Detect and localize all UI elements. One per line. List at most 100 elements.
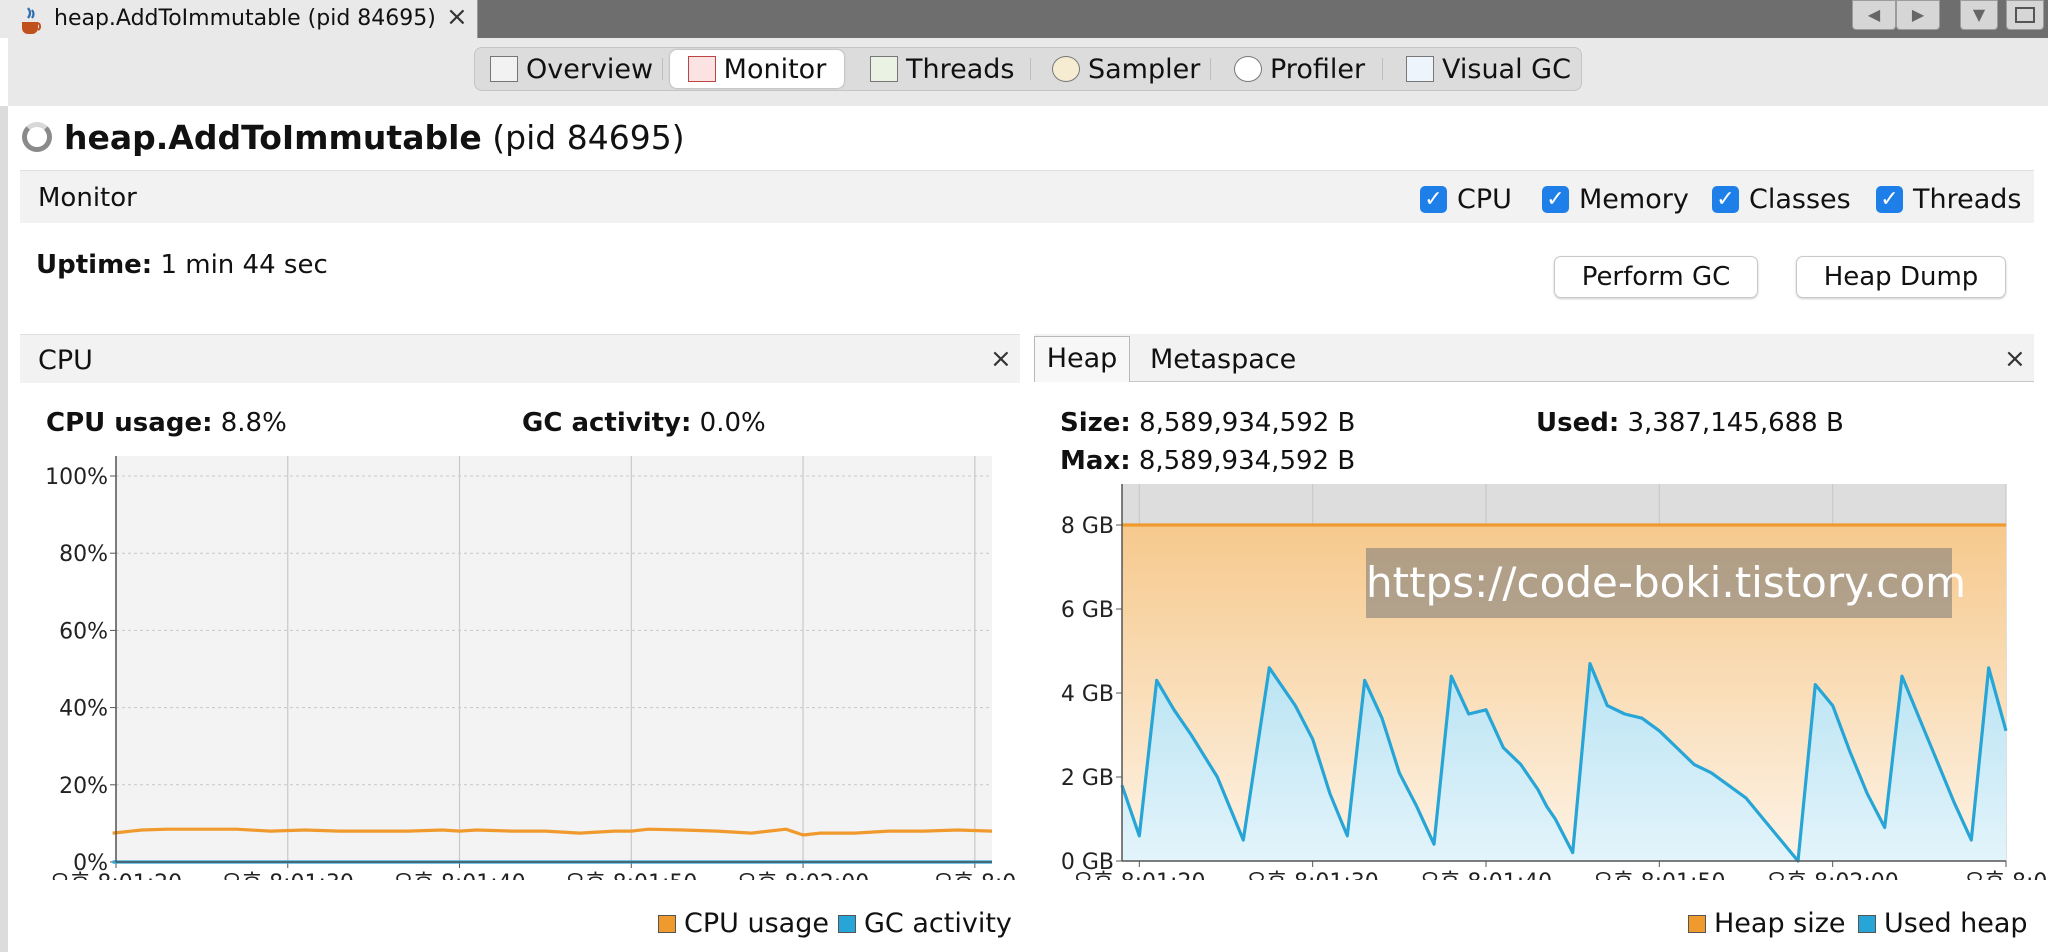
cpu-panel-header: CPU xyxy=(20,334,1020,383)
document-tab[interactable]: heap.AddToImmutable (pid 84695) × xyxy=(0,0,478,38)
tab-separator xyxy=(1382,58,1383,80)
java-coffee-icon xyxy=(22,7,42,34)
classes-checkbox[interactable]: ✓ Classes xyxy=(1712,184,1851,215)
tab-separator xyxy=(662,58,663,80)
profiler-icon xyxy=(1234,56,1262,82)
x-tick-label: 오후 8:0 xyxy=(933,871,1016,880)
gc-activity-legend-label: GC activity xyxy=(864,908,1012,939)
tab-overview-label: Overview xyxy=(526,53,654,85)
tab-menu-button[interactable]: ▼ xyxy=(1960,0,1998,30)
tab-overview[interactable]: Overview xyxy=(490,50,653,88)
threads-icon xyxy=(870,56,898,82)
document-tab-title: heap.AddToImmutable (pid 84695) xyxy=(54,6,436,31)
threads-checkbox[interactable]: ✓ Threads xyxy=(1876,183,2022,215)
y-tick-label: 8 GB xyxy=(1061,514,1114,539)
used-heap-legend: Used heap xyxy=(1858,908,2028,939)
cpu-chart: 0%20%40%60%80%100%오후 8:01:20오후 8:01:30오후… xyxy=(45,456,1016,880)
y-tick-label: 20% xyxy=(59,774,108,799)
y-tick-label: 100% xyxy=(45,465,108,490)
maximize-button[interactable] xyxy=(2006,0,2044,30)
application-name: heap.AddToImmutable xyxy=(64,118,482,157)
tab-separator xyxy=(1030,58,1031,80)
y-tick-label: 40% xyxy=(59,697,108,722)
memory-checkbox[interactable]: ✓ Memory xyxy=(1542,183,1689,215)
x-tick-label: 오후 8:0 xyxy=(1965,870,2048,880)
heap-used-stat: Used: 3,387,145,688 B xyxy=(1536,408,1844,438)
checkmark-icon: ✓ xyxy=(1542,185,1569,213)
memory-checkbox-label: Memory xyxy=(1579,183,1689,215)
tab-threads[interactable]: Threads xyxy=(870,50,1014,88)
x-tick-label: 오후 8:02:00 xyxy=(737,871,869,880)
cpu-checkbox[interactable]: ✓ CPU xyxy=(1420,184,1512,215)
y-tick-label: 6 GB xyxy=(1061,598,1114,623)
plot-background xyxy=(116,456,992,862)
heap-used-value: 3,387,145,688 B xyxy=(1627,408,1844,438)
application-title: heap.AddToImmutable (pid 84695) xyxy=(64,118,685,157)
gc-activity-swatch xyxy=(838,914,856,933)
perform-gc-button[interactable]: Perform GC xyxy=(1554,256,1758,298)
x-tick-label: 오후 8:01:40 xyxy=(1420,870,1552,880)
heap-size-value: 8,589,934,592 B xyxy=(1139,408,1356,438)
monitor-icon xyxy=(687,56,716,82)
watermark: https://code-boki.tistory.com xyxy=(1366,548,1966,618)
x-tick-label: 오후 8:01:30 xyxy=(222,871,354,880)
tab-monitor-label: Monitor xyxy=(723,53,827,85)
heap-tab[interactable]: Heap xyxy=(1034,336,1130,382)
heap-chart: 0 GB2 GB4 GB6 GB8 GB오후 8:01:20오후 8:01:30… xyxy=(1061,484,2048,880)
loading-spinner-icon xyxy=(22,122,52,152)
uptime: Uptime: 1 min 44 sec xyxy=(36,250,328,280)
heap-size-label: Size: xyxy=(1060,408,1131,438)
heap-max-stat: Max: 8,589,934,592 B xyxy=(1060,446,1355,476)
close-heap-panel-icon[interactable]: × xyxy=(2004,344,2026,374)
tab-profiler-label: Profiler xyxy=(1270,53,1366,85)
tab-visual-gc[interactable]: Visual GC xyxy=(1406,50,1571,88)
y-tick-label: 80% xyxy=(59,542,108,567)
cpu-usage-label: CPU usage: xyxy=(46,408,213,438)
cpu-usage-swatch xyxy=(658,914,676,933)
checkmark-icon: ✓ xyxy=(1420,185,1447,213)
y-tick-label: 2 GB xyxy=(1061,766,1114,791)
tab-sampler-label: Sampler xyxy=(1088,53,1201,85)
visual-gc-icon xyxy=(1406,56,1434,82)
heap-max-label: Max: xyxy=(1060,446,1131,476)
heap-used-label: Used: xyxy=(1536,408,1620,438)
uptime-value: 1 min 44 sec xyxy=(160,250,328,280)
used-heap-legend-label: Used heap xyxy=(1884,908,2028,939)
threads-checkbox-label: Threads xyxy=(1913,183,2022,215)
x-tick-label: 오후 8:01:50 xyxy=(1593,870,1725,880)
cpu-usage-stat: CPU usage: 8.8% xyxy=(46,408,287,438)
gc-activity-value: 0.0% xyxy=(699,408,766,438)
y-tick-label: 4 GB xyxy=(1061,682,1114,707)
tab-monitor[interactable]: Monitor xyxy=(670,50,844,88)
x-tick-label: 오후 8:02:00 xyxy=(1767,870,1899,880)
checkmark-icon: ✓ xyxy=(1876,185,1903,213)
maximize-icon xyxy=(2015,7,2035,23)
x-tick-label: 오후 8:01:20 xyxy=(50,871,182,880)
tab-separator xyxy=(1210,58,1211,80)
tab-profiler[interactable]: Profiler xyxy=(1234,50,1365,88)
x-tick-label: 오후 8:01:40 xyxy=(393,871,525,880)
cpu-usage-legend: CPU usage xyxy=(658,908,829,939)
y-tick-label: 60% xyxy=(59,619,108,644)
x-tick-label: 오후 8:01:20 xyxy=(1073,870,1205,880)
gc-activity-stat: GC activity: 0.0% xyxy=(522,408,766,438)
heap-max-value: 8,589,934,592 B xyxy=(1138,446,1356,476)
heap-size-stat: Size: 8,589,934,592 B xyxy=(1060,408,1355,438)
close-cpu-panel-icon[interactable]: × xyxy=(990,344,1012,374)
cpu-usage-legend-label: CPU usage xyxy=(684,908,829,939)
close-tab-icon[interactable]: × xyxy=(446,2,468,32)
heap-size-legend-label: Heap size xyxy=(1714,908,1846,939)
cpu-panel-tab[interactable]: CPU xyxy=(38,345,93,376)
x-tick-label: 오후 8:01:50 xyxy=(565,871,697,880)
nav-right-button[interactable]: ▶ xyxy=(1896,0,1940,30)
monitor-header-label: Monitor xyxy=(38,183,137,213)
heap-dump-button[interactable]: Heap Dump xyxy=(1796,256,2006,298)
nav-left-button[interactable]: ◀ xyxy=(1852,0,1896,30)
metaspace-tab[interactable]: Metaspace xyxy=(1150,344,1296,375)
heap-size-swatch xyxy=(1688,914,1706,933)
tab-sampler[interactable]: Sampler xyxy=(1052,50,1200,88)
sampler-icon xyxy=(1052,56,1080,82)
tab-threads-label: Threads xyxy=(906,53,1015,85)
x-tick-label: 오후 8:01:30 xyxy=(1247,870,1379,880)
uptime-label: Uptime: xyxy=(36,250,153,280)
